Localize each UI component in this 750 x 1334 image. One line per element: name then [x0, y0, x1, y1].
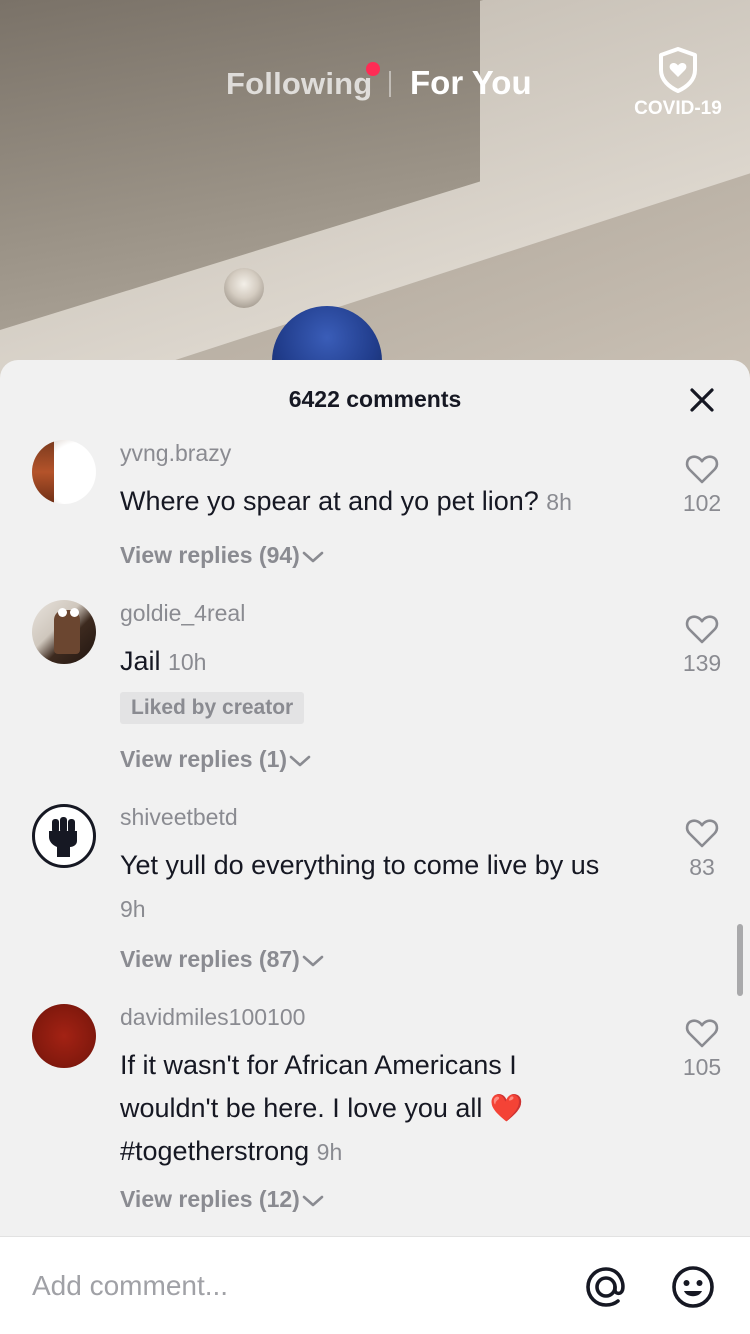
comment-username[interactable]: goldie_4real: [120, 600, 245, 627]
shield-heart-icon: [659, 47, 697, 93]
comment-time: 8h: [546, 489, 572, 515]
view-replies-button[interactable]: View replies (12): [120, 1186, 324, 1213]
heart-icon[interactable]: [685, 1018, 719, 1048]
view-replies-label: View replies (94): [120, 542, 300, 568]
like-count: 139: [682, 650, 722, 676]
ceiling-light: [224, 268, 264, 308]
comment-count: 6422 comments: [288, 386, 462, 412]
tab-following[interactable]: Following: [226, 66, 372, 102]
tab-for-you[interactable]: For You: [410, 64, 532, 102]
like-count: 102: [682, 490, 722, 516]
like-column: 102: [666, 454, 738, 517]
comment-body: Where yo spear at and yo pet lion?: [120, 486, 539, 516]
scrollbar[interactable]: [737, 924, 743, 996]
comment-username[interactable]: yvng.brazy: [120, 440, 231, 467]
like-count: 105: [682, 1054, 722, 1080]
view-replies-button[interactable]: View replies (87): [120, 946, 324, 973]
view-replies-label: View replies (12): [120, 1186, 300, 1212]
chevron-down-icon: [302, 551, 324, 563]
avatar[interactable]: [32, 1004, 96, 1068]
comment-item: yvng.brazy Where yo spear at and yo pet …: [0, 440, 750, 590]
view-replies-button[interactable]: View replies (94): [120, 542, 324, 569]
like-column: 105: [666, 1018, 738, 1081]
comment-time: 9h: [120, 896, 146, 922]
comment-time: 9h: [316, 1139, 343, 1165]
comment-body: Yet yull do everything to come live by u…: [120, 850, 600, 880]
heart-icon[interactable]: [685, 454, 719, 484]
liked-by-creator-badge: Liked by creator: [120, 692, 305, 724]
heart-icon[interactable]: [685, 818, 719, 848]
raised-fist-icon: [49, 817, 77, 857]
comment-text: Yet yull do everything to come live by u…: [120, 844, 620, 931]
chevron-down-icon: [302, 1195, 324, 1207]
comment-username[interactable]: davidmiles100100: [120, 1004, 305, 1031]
comment-body: Jail: [120, 646, 161, 676]
add-comment-input[interactable]: [32, 1261, 552, 1311]
comment-item: goldie_4real Jail 10h Liked by creator V…: [0, 600, 750, 790]
covid-label: COVID-19: [634, 98, 722, 119]
at-sign-icon[interactable]: [582, 1263, 630, 1311]
avatar[interactable]: [32, 804, 96, 868]
comment-item: davidmiles100100 If it wasn't for Africa…: [0, 1004, 750, 1224]
close-icon[interactable]: [688, 386, 716, 414]
covid-button[interactable]: COVID-19: [628, 46, 728, 120]
chevron-down-icon: [302, 955, 324, 967]
comment-composer: [0, 1236, 750, 1334]
comment-text: Jail 10h: [120, 640, 620, 684]
heart-icon[interactable]: [685, 614, 719, 644]
comment-text: Where yo spear at and yo pet lion? 8h: [120, 480, 620, 524]
comments-header: 6422 comments: [0, 360, 750, 440]
comments-sheet: 6422 comments yvng.brazy Where yo spear …: [0, 360, 750, 1334]
comment-text: If it wasn't for African Americans I wou…: [120, 1044, 620, 1174]
comment-username[interactable]: shiveetbetd: [120, 804, 238, 831]
like-column: 139: [666, 614, 738, 677]
new-content-dot: [366, 62, 380, 76]
view-replies-button[interactable]: View replies (1): [120, 746, 311, 773]
like-column: 83: [666, 818, 738, 881]
chevron-down-icon: [289, 755, 311, 767]
smiley-icon[interactable]: [669, 1263, 717, 1311]
like-count: 83: [689, 854, 715, 880]
comment-time: 10h: [168, 649, 207, 675]
avatar[interactable]: [32, 600, 96, 664]
view-replies-label: View replies (1): [120, 746, 288, 772]
avatar[interactable]: [32, 440, 96, 504]
comment-item: shiveetbetd Yet yull do everything to co…: [0, 804, 750, 994]
view-replies-label: View replies (87): [120, 946, 300, 972]
tab-divider: [389, 71, 391, 97]
